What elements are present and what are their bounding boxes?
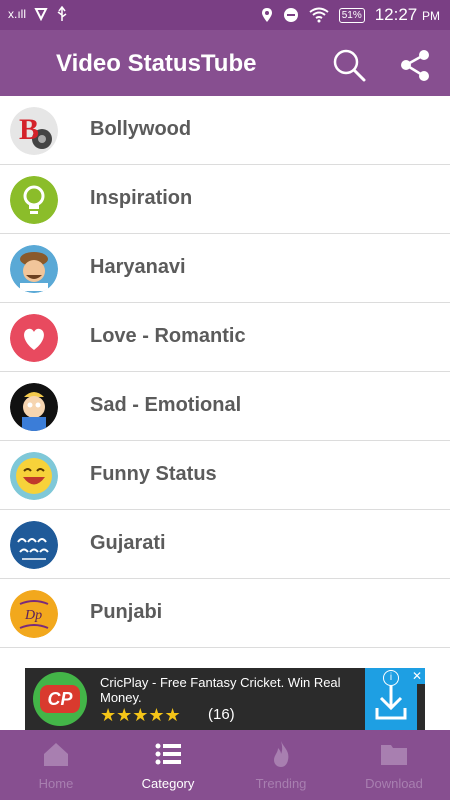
ad-close-icon[interactable]: ✕ [409,668,425,684]
tab-label: Trending [255,776,307,791]
category-item-sad-emotional[interactable]: Sad - Emotional [0,372,450,441]
svg-text:B: B [19,113,39,146]
battery-indicator: 51% [338,7,365,23]
tab-home[interactable]: Home [0,730,112,800]
category-label: Bollywood [90,118,192,140]
punjabi-dp-text: Dp [24,608,42,623]
flame-icon [274,741,289,767]
location-icon [261,8,272,22]
home-icon [44,743,68,766]
tab-category[interactable]: Category [112,730,224,800]
cricplay-logo-icon: CP [33,672,87,726]
ad-rating-count: (16) [208,706,235,723]
category-item-love-romantic[interactable]: Love - Romantic [0,303,450,372]
share-icon[interactable] [398,48,432,82]
punjabi-dp-icon: Dp [10,590,58,638]
search-icon[interactable] [332,48,366,82]
heart-icon [10,314,58,362]
wifi-icon [309,7,329,23]
category-item-inspiration[interactable]: Inspiration [0,165,450,234]
list-icon [155,743,181,765]
category-item-gujarati[interactable]: Gujarati [0,510,450,579]
signal-icon: x.ıll [8,7,26,21]
gujarati-status-icon [10,521,58,569]
category-item-haryanavi[interactable]: Haryanavi [0,234,450,303]
lightbulb-icon [10,176,58,224]
tab-label: Home [38,776,74,791]
category-list: B Bollywood Inspiration Haryanavi Love -… [0,96,450,648]
bollywood-logo-icon: B [10,107,58,155]
category-label: Funny Status [90,463,217,485]
category-label: Gujarati [90,532,166,554]
tab-trending[interactable]: Trending [225,730,337,800]
category-label: Inspiration [90,187,193,209]
tab-label: Category [141,776,195,791]
notification-icon [34,8,48,21]
laughing-face-icon [10,452,58,500]
haryanavi-man-icon [10,245,58,293]
sad-cartoon-icon [10,383,58,431]
category-item-funny-status[interactable]: Funny Status [0,441,450,510]
app-title: Video StatusTube [56,50,257,77]
status-bar: x.ıll 51% 12:27 PM [0,0,450,30]
ad-title: CricPlay - Free Fantasy Cricket. Win Rea… [100,675,341,705]
ad-rating-stars: ★★★★★ [100,705,181,725]
category-item-punjabi[interactable]: Dp Punjabi [0,579,450,648]
usb-icon [57,6,67,21]
clock: 12:27 PM [374,5,440,24]
list-overflow-peek [0,648,450,668]
ad-info-icon[interactable]: i [383,670,399,686]
status-left: x.ıll [8,6,68,22]
category-item-bollywood[interactable]: B Bollywood [0,96,450,165]
ad-banner[interactable]: CP CricPlay - Free Fantasy Cricket. Win … [25,668,425,730]
status-right: 51% 12:27 PM [261,5,440,25]
folder-icon [381,745,407,765]
category-label: Sad - Emotional [90,394,242,416]
category-label: Punjabi [90,601,163,623]
tab-label: Download [365,776,423,791]
category-label: Haryanavi [90,256,186,278]
app-bar: Video StatusTube [0,30,450,96]
category-label: Love - Romantic [90,325,246,347]
do-not-disturb-icon [283,8,298,22]
tab-download[interactable]: Download [338,730,450,800]
ad-logo-text: CP [40,685,80,713]
bottom-navigation: Home Category Trending Download [0,730,450,800]
